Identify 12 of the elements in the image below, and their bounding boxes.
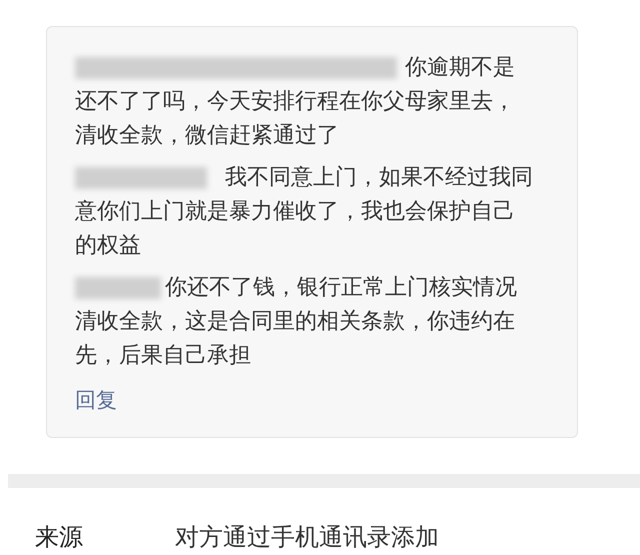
source-label: 来源 <box>35 522 84 552</box>
message-text: 意你们上门就是暴力催收了，我也会保护自己 <box>75 198 515 226</box>
message-text: 先，后果自己承担 <box>75 342 251 370</box>
source-value: 对方通过手机通讯录添加 <box>175 522 439 552</box>
message-text: 清收全款，微信赶紧通过了 <box>75 122 339 150</box>
message-text: 清收全款，这是合同里的相关条款，你违约在 <box>75 308 515 336</box>
message-text: 你逾期不是 <box>405 54 515 82</box>
message-text: 的权益 <box>75 232 141 260</box>
message-text: 你还不了钱，银行正常上门核实情况 <box>165 274 517 302</box>
reply-link[interactable]: 回复 <box>75 385 117 416</box>
message-text: 我不同意上门，如果不经过我同 <box>225 164 533 192</box>
message-text: 还不了了吗，今天安排行程在你父母家里去， <box>75 88 515 116</box>
